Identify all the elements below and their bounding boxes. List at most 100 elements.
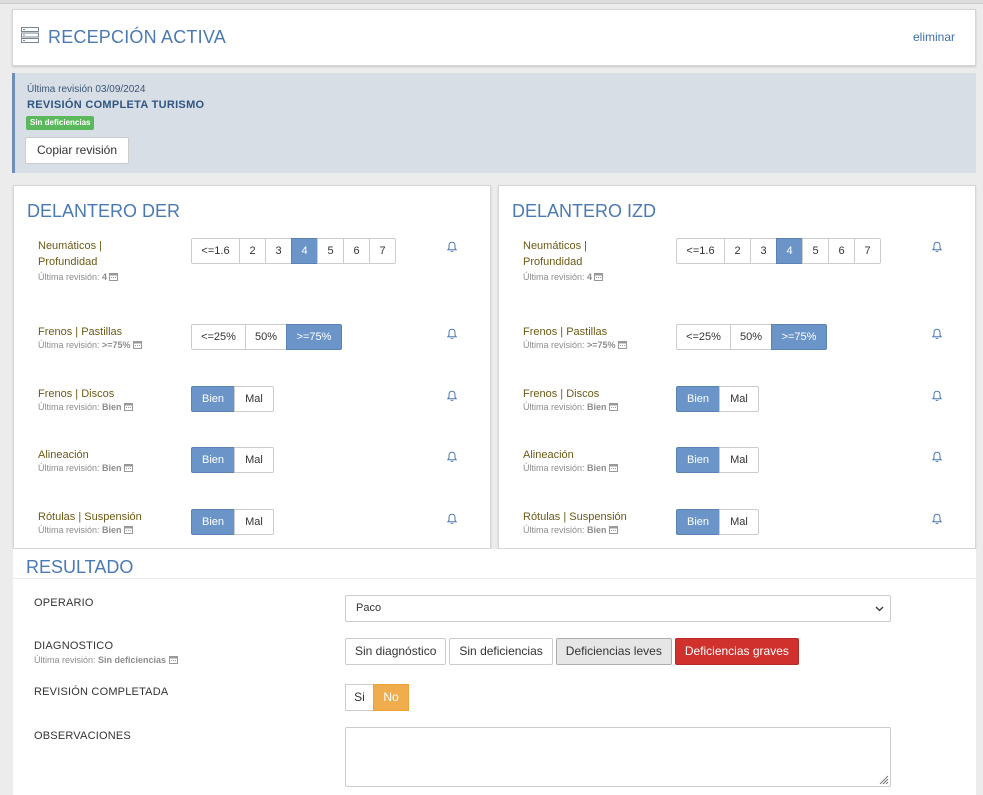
- check-label-line: Frenos | Pastillas: [38, 326, 123, 338]
- calendar-icon: [617, 340, 627, 349]
- panel-title: DELANTERO IZD: [512, 201, 657, 221]
- option-4-button[interactable]: 4: [291, 238, 318, 264]
- diagnostico-label: DIAGNOSTICO: [34, 640, 114, 652]
- bell-icon[interactable]: [931, 450, 943, 462]
- last-revision-prefix: Última revisión:: [38, 402, 100, 412]
- check-label: Frenos | Discos: [38, 386, 148, 402]
- option-mal-button[interactable]: Mal: [234, 509, 274, 535]
- last-revision-note: Última revisión: >=75%: [523, 340, 627, 350]
- option-le25pct-button[interactable]: <=25%: [191, 324, 246, 350]
- diag-sin-deficiencias-button[interactable]: Sin deficiencias: [449, 638, 553, 665]
- option-bien-button[interactable]: Bien: [676, 447, 720, 473]
- option-bien-button[interactable]: Bien: [676, 509, 720, 535]
- calendar-icon: [608, 402, 618, 411]
- option-2-button[interactable]: 2: [239, 238, 266, 264]
- last-revision-value: >=75%: [102, 340, 131, 350]
- option-6-button[interactable]: 6: [343, 238, 370, 264]
- option-7-button[interactable]: 7: [369, 238, 396, 264]
- last-revision-prefix: Última revisión:: [523, 463, 585, 473]
- option-4-button[interactable]: 4: [776, 238, 803, 264]
- option-bien-button[interactable]: Bien: [191, 447, 235, 473]
- check-label-line: Rótulas | Suspensión: [38, 511, 142, 523]
- observaciones-label: OBSERVACIONES: [34, 730, 131, 742]
- result-title: RESULTADO: [26, 557, 134, 577]
- diagnostico-options: Sin diagnóstico Sin deficiencias Deficie…: [345, 638, 799, 665]
- check-label: Neumáticos | Profundidad: [523, 238, 633, 270]
- option-le25pct-button[interactable]: <=25%: [676, 324, 731, 350]
- bell-icon[interactable]: [446, 240, 458, 252]
- last-revision-note: Última revisión: Bien: [523, 463, 618, 473]
- last-revision-note: Última revisión: >=75%: [38, 340, 142, 350]
- diag-sin-diagnostico-button[interactable]: Sin diagnóstico: [345, 638, 447, 665]
- diag-deficiencias-leves-button[interactable]: Deficiencias leves: [555, 638, 672, 665]
- completada-toggle: Si No: [345, 684, 409, 711]
- last-revision-note: Última revisión: Bien: [38, 463, 133, 473]
- option-6-button[interactable]: 6: [828, 238, 855, 264]
- option-mal-button[interactable]: Mal: [719, 386, 759, 412]
- last-revision-value: 4: [102, 272, 108, 282]
- bell-icon[interactable]: [931, 512, 943, 524]
- option-mal-button[interactable]: Mal: [234, 386, 274, 412]
- option-le1-6-button[interactable]: <=1.6: [191, 238, 240, 264]
- bell-icon[interactable]: [931, 389, 943, 401]
- last-revision-note: Última revisión: Bien: [523, 525, 618, 535]
- last-revision-value: Bien: [102, 463, 122, 473]
- check-label: Frenos | Discos: [523, 386, 633, 402]
- operario-select[interactable]: Paco: [345, 595, 891, 622]
- option-group: Bien Mal: [676, 447, 759, 473]
- completada-si-button[interactable]: Si: [345, 684, 374, 711]
- last-revision-note: Última revisión: Bien: [38, 525, 133, 535]
- option-bien-button[interactable]: Bien: [191, 509, 235, 535]
- resize-grip-icon[interactable]: [877, 773, 889, 785]
- option-3-button[interactable]: 3: [265, 238, 292, 264]
- last-revision-note: Última revisión: 4: [523, 272, 604, 282]
- bell-icon[interactable]: [446, 327, 458, 339]
- check-label-line: Frenos | Discos: [38, 388, 115, 400]
- last-revision-note: Última revisión: 4: [38, 272, 119, 282]
- check-row: Neumáticos | Profundidad Última revisión: …: [14, 238, 490, 288]
- option-mal-button[interactable]: Mal: [719, 447, 759, 473]
- last-revision-note: Última revisión: Bien: [38, 402, 133, 412]
- last-revision-prefix: Última revisión:: [38, 463, 100, 473]
- option-3-button[interactable]: 3: [750, 238, 777, 264]
- chevron-down-icon: [875, 606, 884, 612]
- option-7-button[interactable]: 7: [854, 238, 881, 264]
- check-label: Neumáticos | Profundidad: [38, 238, 148, 270]
- diag-deficiencias-graves-button[interactable]: Deficiencias graves: [674, 638, 799, 665]
- check-row: Alineación Última revisión: Bien Bien Mal: [499, 447, 975, 497]
- option-50pct-button[interactable]: 50%: [245, 324, 287, 350]
- option-ge75pct-button[interactable]: >=75%: [771, 324, 827, 350]
- last-revision-value: >=75%: [587, 340, 616, 350]
- option-50pct-button[interactable]: 50%: [730, 324, 772, 350]
- option-bien-button[interactable]: Bien: [676, 386, 720, 412]
- bell-icon[interactable]: [446, 389, 458, 401]
- check-row: Rótulas | Suspensión Última revisión: Bie…: [14, 509, 490, 548]
- last-revision-box: Última revisión 03/09/2024 REVISIÓN COMP…: [12, 73, 976, 173]
- option-mal-button[interactable]: Mal: [719, 509, 759, 535]
- option-5-button[interactable]: 5: [802, 238, 829, 264]
- calendar-icon: [109, 272, 119, 281]
- observaciones-textarea[interactable]: [345, 727, 891, 787]
- bell-icon[interactable]: [931, 240, 943, 252]
- bell-icon[interactable]: [446, 512, 458, 524]
- option-2-button[interactable]: 2: [724, 238, 751, 264]
- bell-icon[interactable]: [446, 450, 458, 462]
- panel-delantero-der: DELANTERO DER Neumáticos | Profundidad Últ…: [13, 185, 491, 549]
- check-label-line: Neumáticos |: [523, 240, 587, 252]
- option-ge75pct-button[interactable]: >=75%: [286, 324, 342, 350]
- completada-no-button[interactable]: No: [373, 684, 409, 711]
- bell-icon[interactable]: [931, 327, 943, 339]
- check-row: Neumáticos | Profundidad Última revisión: …: [499, 238, 975, 288]
- last-revision-value: Bien: [102, 402, 122, 412]
- option-group: <=1.6 2 3 4 5 6 7: [191, 238, 396, 264]
- copy-revision-button[interactable]: Copiar revisión: [25, 137, 130, 164]
- option-mal-button[interactable]: Mal: [234, 447, 274, 473]
- delete-link[interactable]: eliminar: [913, 30, 955, 44]
- page-title: RECEPCIÓN ACTIVA: [48, 27, 226, 47]
- option-bien-button[interactable]: Bien: [191, 386, 235, 412]
- option-5-button[interactable]: 5: [317, 238, 344, 264]
- check-row: Frenos | Discos Última revisión: Bien Bien…: [14, 386, 490, 436]
- panel-delantero-izd: DELANTERO IZD Neumáticos | Profundidad Últ…: [498, 185, 976, 549]
- check-label-line: Frenos | Discos: [523, 388, 600, 400]
- option-le1-6-button[interactable]: <=1.6: [676, 238, 725, 264]
